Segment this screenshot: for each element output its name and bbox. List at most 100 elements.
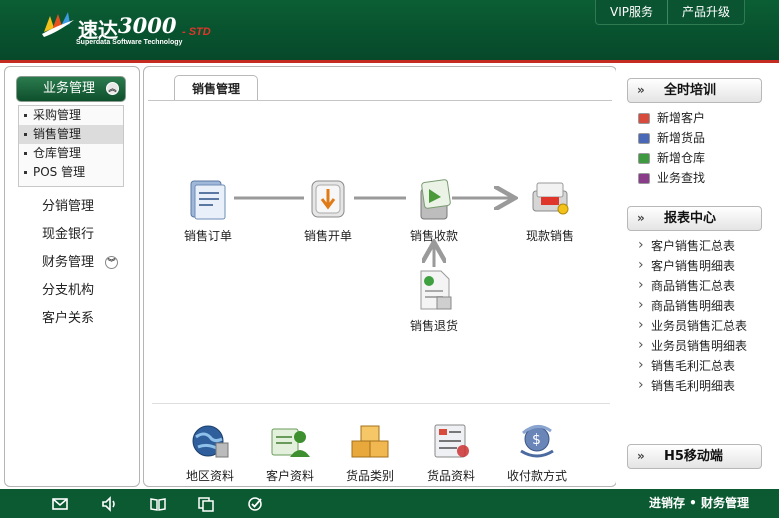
sidebar: 业务管理 ︽ 采购管理 销售管理 仓库管理 POS 管理 分销管理 现金银行 财… (4, 66, 140, 487)
footer-product-text: 进销存 • 财务管理 (648, 496, 749, 510)
quick-divider (152, 403, 610, 404)
quick-label: 收付款方式 (506, 469, 567, 483)
mail-icon[interactable] (51, 495, 69, 513)
check-icon[interactable] (246, 495, 264, 513)
report-item[interactable]: 业务员销售明细表 (638, 335, 747, 356)
training-item-new-warehouse[interactable]: 新增仓库 (638, 148, 705, 168)
boxes-icon (351, 425, 389, 458)
svg-text:$: $ (532, 432, 541, 448)
customer-card-icon (271, 428, 310, 457)
book-icon[interactable] (149, 495, 167, 513)
sales-receipt-icon (420, 179, 451, 220)
flow-label: 现款销售 (525, 229, 574, 243)
quick-label: 客户资料 (265, 469, 314, 483)
nav-item-crm[interactable]: 客户关系 (5, 305, 139, 333)
quick-label: 货品资料 (426, 469, 475, 483)
submenu-item-sales[interactable]: 销售管理 (19, 125, 123, 144)
logo-subtitle: Superdata Software Technology (76, 39, 183, 46)
goods-icon (638, 133, 650, 144)
flow-label: 销售订单 (183, 229, 232, 243)
sales-order-icon (190, 180, 226, 220)
search-icon (638, 173, 650, 184)
report-item[interactable]: 客户销售明细表 (638, 255, 735, 276)
flow-node-sales-order[interactable]: 销售订单 (173, 177, 243, 244)
submenu-item-warehouse[interactable]: 仓库管理 (19, 144, 123, 163)
training-item-new-goods[interactable]: 新增货品 (638, 128, 705, 148)
nav-item-distribution[interactable]: 分销管理 (5, 193, 139, 221)
flow-label: 销售开单 (303, 229, 352, 243)
nav-list: 分销管理 现金银行 财务管理 ︾ 分支机构 客户关系 (5, 193, 139, 333)
module-label: 业务管理 (43, 81, 96, 96)
module-business-button[interactable]: 业务管理 ︽ (16, 76, 126, 102)
logo-edition: - STD (182, 26, 211, 38)
quick-label: 货品类别 (345, 469, 394, 483)
nav-item-finance[interactable]: 财务管理 ︾ (5, 249, 139, 277)
training-item-business-search[interactable]: 业务查找 (638, 168, 705, 188)
product-upgrade-link[interactable]: 产品升级 (666, 0, 744, 24)
flow-node-sales-receipt[interactable]: 销售收款 (399, 177, 469, 244)
report-item[interactable]: 商品销售汇总表 (638, 275, 735, 296)
quick-label: 地区资料 (185, 469, 234, 483)
flow-label: 销售收款 (409, 229, 458, 243)
customer-icon (638, 113, 650, 124)
mobile-title: H5移动端 (664, 449, 723, 464)
training-item-new-customer[interactable]: 新增客户 (638, 108, 705, 128)
top-links: VIP服务 产品升级 (594, 0, 745, 25)
quick-customer-data[interactable]: 客户资料 (255, 421, 325, 484)
nav-label: 分支机构 (42, 283, 95, 298)
double-chevron-icon: » (637, 211, 645, 225)
nav-label: 财务管理 (42, 255, 95, 270)
app-header: 速达 3000 - STD Superdata Software Technol… (0, 0, 779, 63)
double-chevron-icon: » (637, 449, 645, 463)
nav-item-cash-bank[interactable]: 现金银行 (5, 221, 139, 249)
warehouse-icon (638, 153, 650, 164)
copy-icon[interactable] (197, 495, 215, 513)
main-panel: 销售管理 销售订单 销售开单 销售收款 现款销售 销售退货 地区资料 客户资料 … (143, 66, 617, 487)
quick-region-data[interactable]: 地区资料 (175, 421, 245, 484)
sales-return-icon (420, 270, 452, 310)
training-title: 全时培训 (664, 83, 717, 98)
nav-item-branches[interactable]: 分支机构 (5, 277, 139, 305)
logo-version: 3000 (118, 13, 177, 38)
report-item[interactable]: 商品销售明细表 (638, 295, 735, 316)
report-title: 报表中心 (664, 211, 717, 226)
flow-node-cash-sale[interactable]: 现款销售 (515, 177, 585, 244)
right-panel: » 全时培训 新增客户 新增货品 新增仓库 业务查找 » 报表中心 客户销售汇总… (616, 66, 778, 487)
goods-list-icon (434, 424, 469, 458)
flow-node-sales-invoice[interactable]: 销售开单 (293, 177, 363, 244)
report-item[interactable]: 业务员销售汇总表 (638, 315, 747, 336)
report-center-button[interactable]: » 报表中心 (627, 206, 762, 231)
speaker-icon[interactable] (100, 495, 118, 513)
nav-label: 现金银行 (42, 227, 95, 242)
header-accent-line (0, 60, 779, 63)
sales-invoice-icon (311, 180, 345, 218)
flow-label: 销售退货 (409, 319, 458, 333)
report-item[interactable]: 销售毛利汇总表 (638, 355, 735, 376)
double-chevron-icon: » (637, 83, 645, 97)
training-label: 新增货品 (657, 131, 706, 145)
training-label: 新增仓库 (657, 151, 706, 165)
report-item[interactable]: 销售毛利明细表 (638, 375, 735, 396)
training-label: 业务查找 (657, 171, 706, 185)
status-footer: 进销存 • 财务管理 (0, 489, 779, 518)
logo-icon (42, 12, 74, 37)
globe-icon (192, 425, 229, 458)
training-label: 新增客户 (657, 111, 706, 125)
submenu-item-pos[interactable]: POS 管理 (19, 163, 123, 182)
submenu-item-purchase[interactable]: 采购管理 (19, 106, 123, 125)
quick-payment-method[interactable]: $ 收付款方式 (502, 421, 572, 484)
collapse-chevron-icon: ︽ (106, 82, 119, 95)
quick-goods-data[interactable]: 货品资料 (416, 421, 486, 484)
vip-service-link[interactable]: VIP服务 (596, 0, 667, 24)
nav-label: 分销管理 (42, 199, 95, 214)
payment-exchange-icon: $ (520, 425, 554, 458)
quick-goods-category[interactable]: 货品类别 (335, 421, 405, 484)
submenu: 采购管理 销售管理 仓库管理 POS 管理 (18, 105, 124, 187)
cash-sale-icon (532, 182, 569, 215)
flow-node-sales-return[interactable]: 销售退货 (399, 267, 469, 334)
expand-chevron-icon: ︾ (105, 256, 118, 269)
report-item[interactable]: 客户销售汇总表 (638, 235, 735, 256)
training-header-button[interactable]: » 全时培训 (627, 78, 762, 103)
h5-mobile-button[interactable]: » H5移动端 (627, 444, 762, 469)
nav-label: 客户关系 (42, 311, 95, 326)
